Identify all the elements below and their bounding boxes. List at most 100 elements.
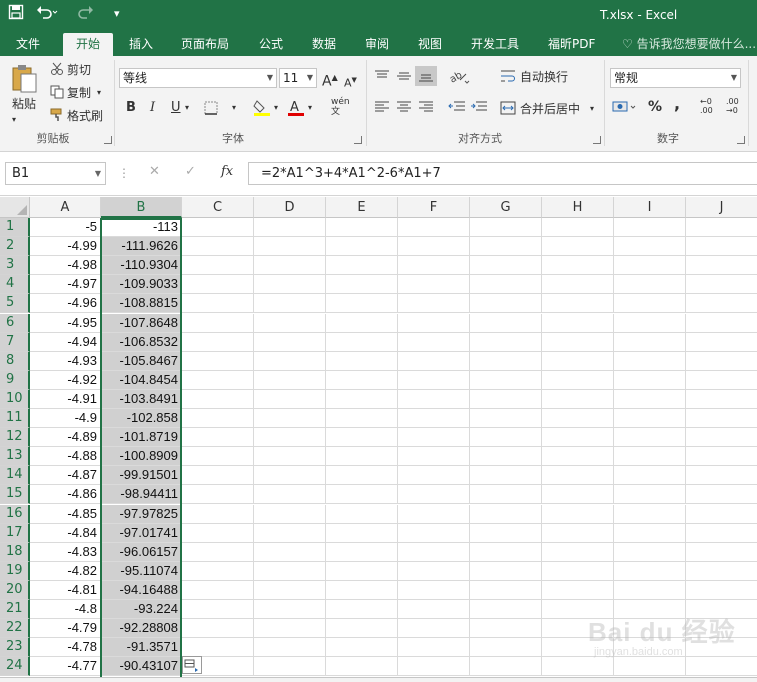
cell-g[interactable] (470, 580, 542, 600)
cell-j[interactable] (686, 390, 757, 409)
column-header-c[interactable]: C (182, 197, 254, 218)
cancel-icon[interactable]: ✕ (149, 164, 160, 179)
cell-d[interactable] (254, 332, 326, 352)
cell-c[interactable] (182, 332, 254, 352)
cell-c[interactable] (182, 619, 254, 639)
cell-h[interactable] (542, 256, 614, 276)
cell-a[interactable]: -4.79 (30, 619, 101, 639)
cell-c[interactable] (182, 370, 254, 390)
cell-i[interactable] (614, 256, 686, 276)
cell-f[interactable] (398, 523, 470, 543)
cell-a[interactable]: -4.8 (30, 600, 101, 619)
cell-b[interactable]: -96.06157 (101, 542, 182, 562)
cell-b[interactable]: -90.43107 (101, 657, 182, 677)
row-header[interactable]: 11 (0, 409, 30, 428)
cell-c[interactable] (182, 428, 254, 448)
row-header[interactable]: 14 (0, 466, 30, 486)
cell-e[interactable] (326, 237, 398, 257)
percent-button[interactable]: % (648, 99, 662, 115)
cell-e[interactable] (326, 256, 398, 276)
cell-i[interactable] (614, 313, 686, 333)
tab-developer[interactable]: 开发工具 (471, 33, 519, 56)
cell-f[interactable] (398, 619, 470, 639)
cell-h[interactable] (542, 638, 614, 658)
tab-home[interactable]: 开始 (63, 33, 113, 56)
cell-b[interactable]: -93.224 (101, 600, 182, 619)
increase-font-size-button[interactable]: A▲ (322, 70, 338, 90)
underline-dropdown-icon[interactable]: ▾ (185, 100, 189, 116)
bold-button[interactable]: B (126, 100, 136, 116)
cell-g[interactable] (470, 542, 542, 562)
increase-indent-icon[interactable] (470, 100, 488, 117)
cell-f[interactable] (398, 351, 470, 371)
cell-d[interactable] (254, 389, 326, 409)
save-icon[interactable] (8, 4, 24, 24)
cell-i[interactable] (614, 485, 686, 505)
fill-color-dropdown-icon[interactable]: ▾ (274, 100, 278, 116)
cell-j[interactable] (686, 314, 757, 333)
cell-e[interactable] (326, 657, 398, 677)
cell-c[interactable] (182, 580, 254, 600)
cell-d[interactable] (254, 237, 326, 257)
cut-button[interactable]: 剪切 (67, 62, 91, 78)
cell-j[interactable] (686, 371, 757, 390)
cell-j[interactable] (686, 619, 757, 639)
cell-a[interactable]: -4.88 (30, 447, 101, 467)
cell-d[interactable] (254, 351, 326, 371)
cell-a[interactable]: -4.92 (30, 370, 101, 390)
row-header[interactable]: 1 (0, 218, 30, 237)
cell-d[interactable] (254, 523, 326, 543)
cell-d[interactable] (254, 542, 326, 562)
align-top-icon[interactable] (374, 70, 390, 85)
cell-i[interactable] (614, 542, 686, 562)
cell-b[interactable]: -104.8454 (101, 370, 182, 390)
cell-h[interactable] (542, 428, 614, 448)
cell-d[interactable] (254, 275, 326, 295)
cell-f[interactable] (398, 428, 470, 448)
cell-j[interactable] (686, 409, 757, 428)
quick-analysis-icon[interactable] (182, 656, 202, 674)
cell-c[interactable] (182, 294, 254, 314)
cell-a[interactable]: -4.9 (30, 409, 101, 428)
paste-icon[interactable] (10, 64, 38, 97)
cell-b[interactable]: -92.28808 (101, 619, 182, 639)
cell-j[interactable] (686, 581, 757, 600)
cell-b[interactable]: -91.3571 (101, 638, 182, 658)
cell-a[interactable]: -4.93 (30, 351, 101, 371)
cell-j[interactable] (686, 333, 757, 352)
row-header[interactable]: 16 (0, 504, 30, 524)
border-icon[interactable] (204, 101, 218, 118)
cell-d[interactable] (254, 447, 326, 467)
row-header[interactable]: 13 (0, 447, 30, 467)
column-header-e[interactable]: E (326, 197, 398, 218)
cell-g[interactable] (470, 600, 542, 619)
cell-f[interactable] (398, 542, 470, 562)
align-left-icon[interactable] (374, 101, 390, 116)
cell-i[interactable] (614, 294, 686, 314)
cell-c[interactable] (182, 542, 254, 562)
cell-g[interactable] (470, 389, 542, 409)
cell-e[interactable] (326, 561, 398, 581)
cell-g[interactable] (470, 657, 542, 677)
cell-g[interactable] (470, 237, 542, 257)
cell-j[interactable] (686, 428, 757, 448)
column-header-h[interactable]: H (542, 197, 614, 218)
cell-i[interactable] (614, 447, 686, 467)
align-middle-icon[interactable] (396, 70, 412, 85)
cell-h[interactable] (542, 237, 614, 257)
cell-a[interactable]: -5 (30, 218, 101, 237)
cell-i[interactable] (614, 619, 686, 639)
tab-data[interactable]: 数据 (312, 33, 336, 56)
cell-b[interactable]: -102.858 (101, 409, 182, 428)
cell-c[interactable] (182, 504, 254, 524)
column-header-b[interactable]: B (101, 197, 182, 218)
decrease-font-size-button[interactable]: A▼ (344, 72, 357, 92)
cell-c[interactable] (182, 409, 254, 428)
cell-h[interactable] (542, 657, 614, 677)
format-painter-button[interactable]: 格式刷 (67, 108, 103, 124)
cell-e[interactable] (326, 447, 398, 467)
paste-button[interactable]: 粘贴 (12, 96, 36, 112)
cell-h[interactable] (542, 600, 614, 619)
cell-b[interactable]: -108.8815 (101, 294, 182, 314)
cell-c[interactable] (182, 561, 254, 581)
